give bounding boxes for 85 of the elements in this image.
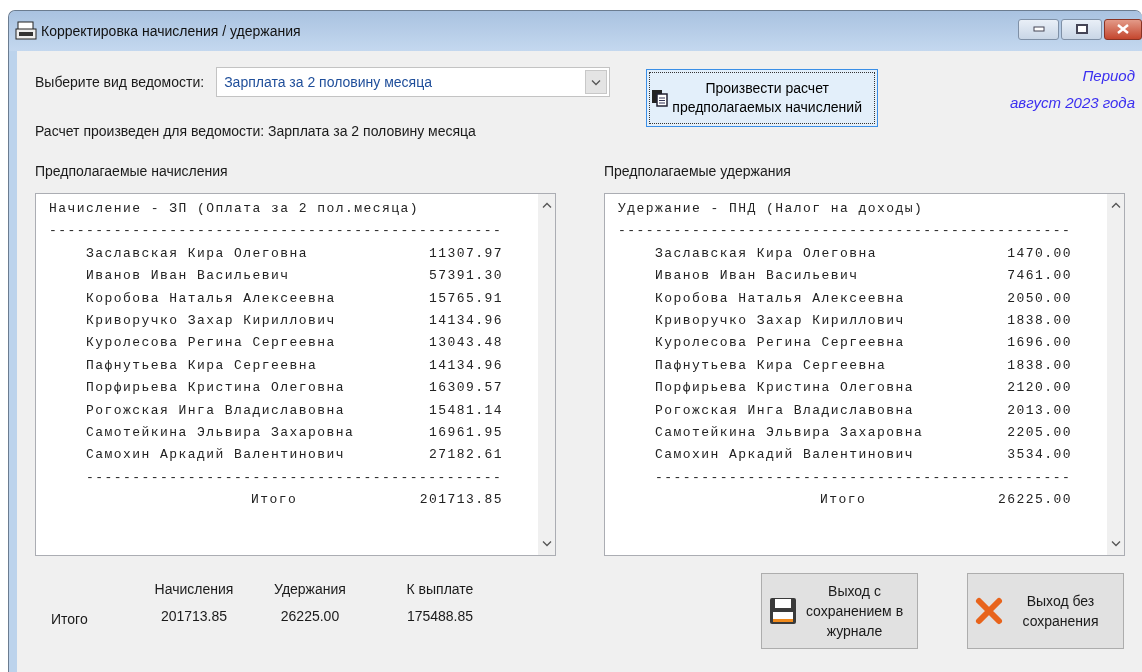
cross-icon xyxy=(974,596,1004,626)
maximize-icon xyxy=(1075,24,1088,34)
total-value: 175488.85 xyxy=(405,608,475,624)
statement-dropdown[interactable]: Зарплата за 2 половину месяца xyxy=(216,67,611,97)
separator-line: ------------------------------------------------- xyxy=(618,222,1072,241)
employee-name: Коробова Наталья Алексеевна xyxy=(86,289,336,308)
separator-line: --------------------------------------------- xyxy=(85,468,503,487)
total-label: Итого xyxy=(820,491,867,510)
app-icon xyxy=(15,21,37,41)
panel-title: Предполагаемые начисления xyxy=(35,163,229,179)
amount: 1470.00 xyxy=(1007,244,1072,263)
total-value: 201713.85 xyxy=(159,608,229,624)
employee-name: Куролесова Регина Сергеевна xyxy=(655,334,905,353)
total-value: 26225.00 xyxy=(279,608,341,624)
employee-name: Иванов Иван Васильевич xyxy=(86,267,290,286)
employee-name: Пафнутьева Кира Сергеевна xyxy=(655,356,887,375)
amount: 1696.00 xyxy=(1007,334,1072,353)
panel-title: Предполагаемые удержания xyxy=(604,163,792,179)
amount: 7461.00 xyxy=(1007,267,1072,286)
employee-name: Самохин Аркадий Валентинович xyxy=(655,446,915,465)
calculate-button[interactable]: Произвести расчет предполагаемых начислений xyxy=(646,69,879,127)
totals-label: Итого xyxy=(51,611,89,627)
exit-button[interactable]: Выход без сохранения xyxy=(967,573,1124,649)
employee-name: Криворучко Захар Кириллович xyxy=(655,312,905,331)
amount: 1838.00 xyxy=(1007,356,1072,375)
amount: 3534.00 xyxy=(1007,446,1072,465)
status-text: Расчет произведен для ведомости: Зарплата за 2 половину месяца xyxy=(35,123,477,139)
amount: 2120.00 xyxy=(1007,379,1072,398)
employee-name: Пафнутьева Кира Сергеевна xyxy=(86,356,318,375)
chevron-up-icon xyxy=(1110,202,1121,209)
amount: 27182.61 xyxy=(429,446,503,465)
save-exit-button[interactable]: Выход с сохранением в журнале xyxy=(761,573,918,649)
amount: 15481.14 xyxy=(429,401,503,420)
chevron-up-icon xyxy=(541,202,552,209)
amount: 2050.00 xyxy=(1007,289,1072,308)
amount: 1838.00 xyxy=(1007,312,1072,331)
amount: 14134.96 xyxy=(429,312,503,331)
report-header: Удержание - ПНД (Налог на доходы) xyxy=(618,200,925,218)
employee-name: Заславская Кира Олеговна xyxy=(86,244,309,263)
employee-name: Порфирьева Кристина Олеговна xyxy=(655,379,915,398)
amount: 13043.48 xyxy=(429,334,503,353)
employee-name: Самотейкина Эльвира Захаровна xyxy=(86,424,355,443)
amount: 15765.91 xyxy=(429,289,503,308)
amount: 16961.95 xyxy=(429,424,503,443)
total-amount: 26225.00 xyxy=(998,491,1072,510)
separator-line: --------------------------------------------- xyxy=(654,468,1072,487)
period-value: август 2023 года xyxy=(1010,94,1135,111)
employee-name: Рогожская Инга Владиславовна xyxy=(86,401,346,420)
documents-icon xyxy=(651,89,670,107)
chevron-down-icon xyxy=(591,78,602,86)
close-button[interactable] xyxy=(1104,18,1142,40)
minimize-icon xyxy=(1032,26,1045,32)
employee-name: Куролесова Регина Сергеевна xyxy=(86,334,336,353)
column-header: К выплате xyxy=(405,581,475,597)
report-textbox[interactable] xyxy=(604,193,1125,556)
employee-name: Иванов Иван Васильевич xyxy=(655,267,859,286)
window-title: Корректировка начисления / удержания xyxy=(41,23,301,39)
employee-name: Самотейкина Эльвира Захаровна xyxy=(655,424,924,443)
chevron-down-icon xyxy=(541,540,552,547)
report-textbox[interactable] xyxy=(35,193,556,556)
column-header: Начисления xyxy=(153,581,235,597)
total-amount: 201713.85 xyxy=(419,491,503,510)
employee-name: Коробова Наталья Алексеевна xyxy=(655,289,905,308)
column-header: Удержания xyxy=(273,581,347,597)
employee-name: Заславская Кира Олеговна xyxy=(655,244,878,263)
report-header: Начисление - ЗП (Оплата за 2 пол.месяца) xyxy=(49,200,421,218)
employee-name: Рогожская Инга Владиславовна xyxy=(655,401,915,420)
employee-name: Самохин Аркадий Валентинович xyxy=(86,446,346,465)
amount: 2013.00 xyxy=(1007,401,1072,420)
scrollbar[interactable] xyxy=(1107,194,1124,555)
field-label: Выберите вид ведомости: xyxy=(35,74,205,90)
amount: 2205.00 xyxy=(1007,424,1072,443)
amount: 14134.96 xyxy=(429,356,503,375)
chevron-down-icon xyxy=(1110,540,1121,547)
total-label: Итого xyxy=(251,491,298,510)
employee-name: Криворучко Захар Кириллович xyxy=(86,312,336,331)
scrollbar[interactable] xyxy=(538,194,555,555)
period-label: Период xyxy=(1082,67,1135,84)
separator-line: ------------------------------------------------- xyxy=(49,222,503,241)
amount: 16309.57 xyxy=(429,379,503,398)
close-icon xyxy=(1117,24,1129,34)
employee-name: Порфирьева Кристина Олеговна xyxy=(86,379,346,398)
maximize-button[interactable] xyxy=(1061,18,1102,40)
amount: 57391.30 xyxy=(429,267,503,286)
amount: 11307.97 xyxy=(429,244,503,263)
